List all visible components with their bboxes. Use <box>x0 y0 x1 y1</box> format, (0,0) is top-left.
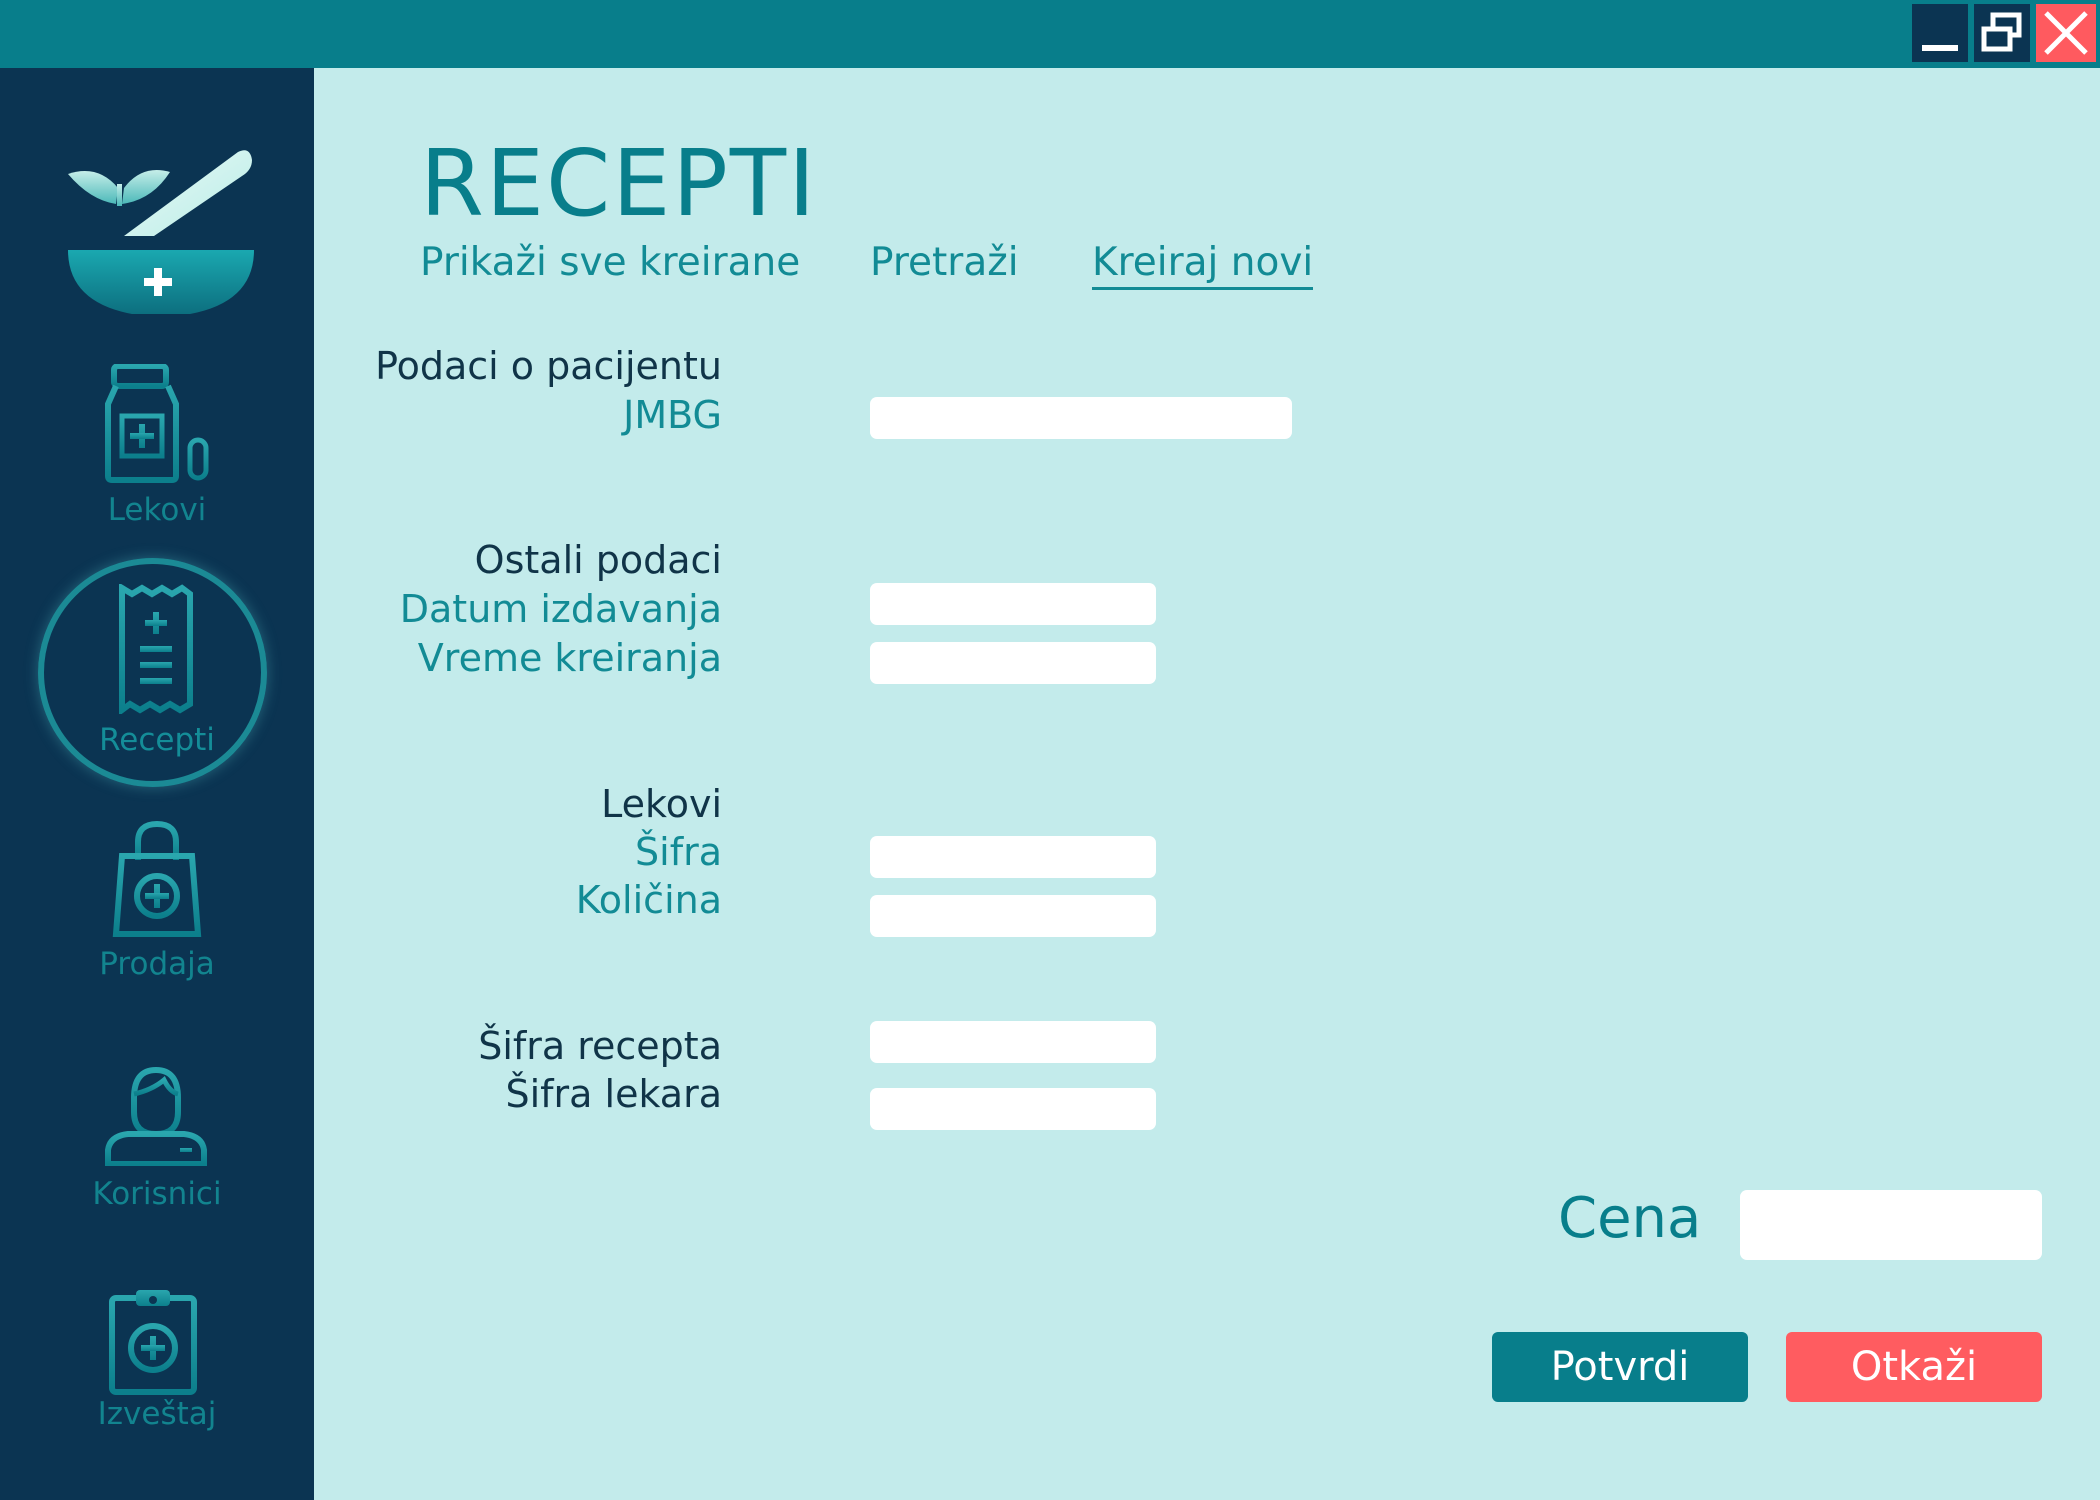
recipe-code-input[interactable] <box>870 1021 1156 1063</box>
patient-section-heading: Podaci o pacijentu <box>375 344 722 388</box>
tab-create-new[interactable]: Kreiraj novi <box>1092 240 1314 290</box>
jmbg-input[interactable] <box>870 397 1292 439</box>
sidebar-item-label: Prodaja <box>99 946 215 982</box>
other-section-heading: Ostali podaci <box>474 538 722 582</box>
restore-button[interactable] <box>1974 4 2030 62</box>
receipt-icon <box>119 584 193 714</box>
price-label: Cena <box>1558 1186 1702 1251</box>
issue-date-input[interactable] <box>870 583 1156 625</box>
jmbg-label: JMBG <box>623 393 722 437</box>
cancel-button[interactable]: Otkaži <box>1786 1332 2042 1402</box>
doctor-code-label: Šifra lekara <box>505 1072 722 1116</box>
doctor-code-input[interactable] <box>870 1088 1156 1130</box>
sidebar-item-label: Recepti <box>99 722 215 758</box>
sidebar-item-label: Lekovi <box>107 492 207 528</box>
main-content: RECEPTI Prikaži sve kreirane Pretraži Kr… <box>314 68 2100 1500</box>
created-time-label: Vreme kreiranja <box>417 636 722 680</box>
medicine-bottle-icon <box>105 364 209 483</box>
price-input[interactable] <box>1740 1190 2042 1260</box>
minimize-icon <box>1922 45 1958 51</box>
sidebar-item-label: Korisnici <box>92 1176 222 1212</box>
drugs-section-heading: Lekovi <box>601 782 722 826</box>
issue-date-label: Datum izdavanja <box>399 587 722 631</box>
sidebar: Lekovi Recepti Prodaja Korisnici Izvešta… <box>0 68 314 1500</box>
quantity-label: Količina <box>575 878 722 922</box>
sidebar-item-prodaja[interactable]: Prodaja <box>0 820 314 1050</box>
confirm-button[interactable]: Potvrdi <box>1492 1332 1748 1402</box>
sidebar-item-korisnici[interactable]: Korisnici <box>0 1064 314 1284</box>
mortar-pestle-icon <box>68 150 254 314</box>
clipboard-icon <box>109 1290 197 1395</box>
close-icon <box>2044 11 2088 55</box>
quantity-input[interactable] <box>870 895 1156 937</box>
doctor-icon <box>105 1066 207 1166</box>
page-title: RECEPTI <box>420 130 818 237</box>
sidebar-item-izvestaj[interactable]: Izveštaj <box>0 1286 314 1486</box>
tab-show-all[interactable]: Prikaži sve kreirane <box>420 240 800 285</box>
sidebar-item-recepti[interactable]: Recepti <box>38 558 267 787</box>
tab-search[interactable]: Pretraži <box>870 240 1019 285</box>
created-time-input[interactable] <box>870 642 1156 684</box>
restore-icon <box>1981 12 2022 52</box>
sidebar-item-label: Izveštaj <box>97 1396 217 1432</box>
shopping-bag-icon <box>112 820 202 937</box>
title-bar <box>0 0 2100 68</box>
drug-code-label: Šifra <box>635 830 722 874</box>
drug-code-input[interactable] <box>870 836 1156 878</box>
minimize-button[interactable] <box>1912 4 1968 62</box>
close-button[interactable] <box>2036 4 2096 62</box>
recipe-code-label: Šifra recepta <box>478 1024 722 1068</box>
